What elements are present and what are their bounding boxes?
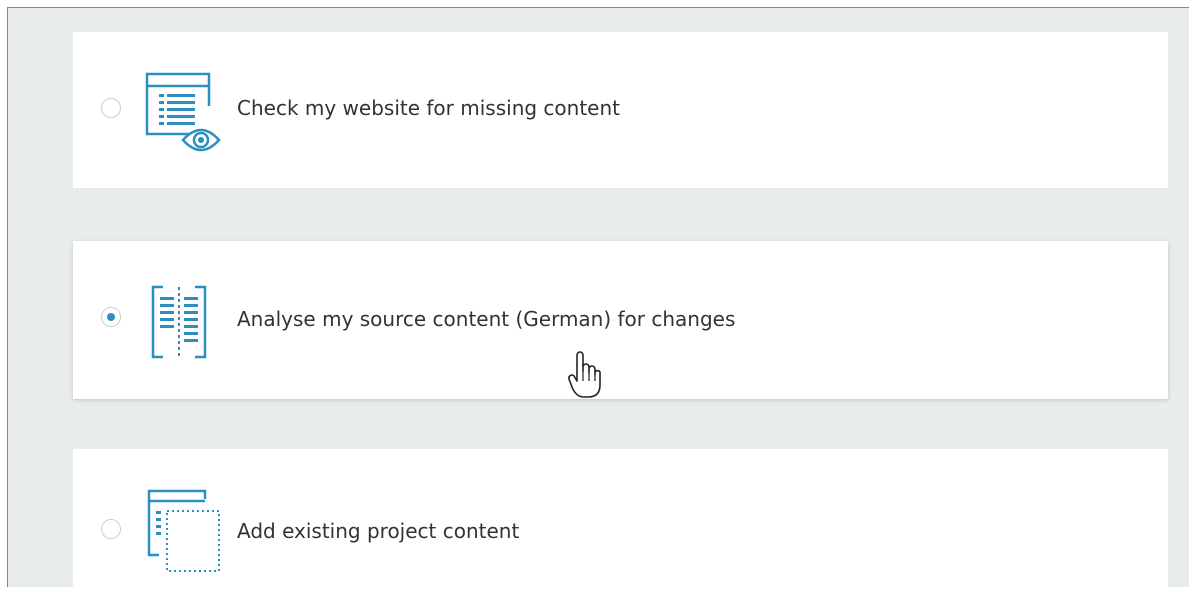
options-panel: Check my website for missing content Ana… [7,7,1189,589]
radio-analyse-source[interactable] [101,307,121,327]
option-check-website[interactable]: Check my website for missing content [73,32,1168,188]
option-label-add-project-content: Add existing project content [237,519,520,543]
add-content-icon [147,489,227,579]
option-analyse-source[interactable]: Analyse my source content (German) for c… [73,241,1168,399]
option-label-check-website: Check my website for missing content [237,96,620,120]
option-add-project-content[interactable]: Add existing project content [73,449,1168,589]
radio-add-project-content[interactable] [101,519,121,539]
hand-pointer-cursor-icon [568,351,602,403]
option-label-analyse-source: Analyse my source content (German) for c… [237,307,736,331]
radio-check-website[interactable] [101,98,121,118]
source-columns-icon [151,285,207,363]
document-eye-icon [145,72,225,158]
